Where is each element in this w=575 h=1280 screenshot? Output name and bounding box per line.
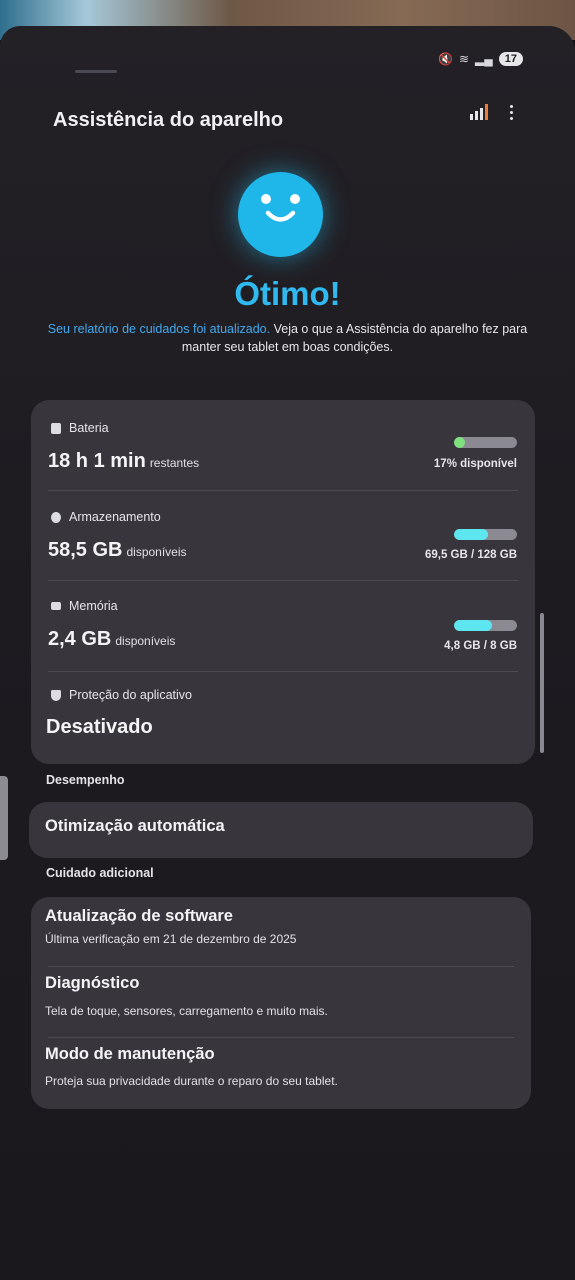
battery-level-fill (454, 437, 465, 448)
drag-handle[interactable] (75, 70, 117, 73)
divider (48, 490, 518, 491)
section-additional-care: Cuidado adicional (46, 866, 154, 880)
maintenance-mode-title: Modo de manutenção (45, 1045, 215, 1063)
auto-optimization-button[interactable]: Otimização automática (29, 802, 533, 858)
divider (48, 1037, 514, 1038)
memory-usage-fill (454, 620, 492, 631)
memory-suffix: disponíveis (115, 634, 176, 648)
divider (48, 580, 518, 581)
diagnostics-title: Diagnóstico (45, 974, 140, 992)
report-link[interactable]: Seu relatório de cuidados foi atualizado… (48, 322, 270, 336)
memory-icon (51, 602, 61, 610)
storage-suffix: disponíveis (126, 545, 187, 559)
storage-usage-bar (454, 529, 517, 540)
storage-icon (51, 511, 61, 523)
section-performance: Desempenho (46, 773, 125, 787)
shield-icon (51, 689, 61, 701)
memory-usage-text: 4,8 GB / 8 GB (444, 640, 517, 652)
status-bar: 🔇 ≋ ▂▄ 17 (438, 52, 523, 66)
storage-usage-fill (454, 529, 489, 540)
mute-icon: 🔇 (438, 52, 453, 66)
device-status: Ótimo! (234, 275, 341, 312)
battery-value: 18 h 1 min (48, 450, 146, 472)
battery-level-bar (454, 437, 517, 448)
edge-panel-handle[interactable] (0, 776, 8, 860)
memory-usage-bar (454, 620, 517, 631)
battery-label: Bateria (69, 421, 109, 435)
maintenance-mode-subtitle: Proteja sua privacidade durante o reparo… (45, 1074, 338, 1088)
memory-label: Memória (69, 599, 118, 613)
more-vert-icon[interactable] (510, 104, 513, 120)
diagnostics-subtitle: Tela de toque, sensores, carregamento e … (45, 1004, 328, 1018)
bar-chart-icon[interactable] (470, 104, 488, 120)
auto-optimization-label: Otimização automática (45, 817, 225, 835)
report-text: Seu relatório de cuidados foi atualizado… (40, 320, 535, 356)
scrollbar[interactable] (540, 613, 544, 753)
divider (48, 671, 518, 672)
memory-value: 2,4 GB (48, 628, 112, 650)
storage-label: Armazenamento (69, 510, 161, 524)
app-protection-label: Proteção do aplicativo (69, 688, 192, 702)
app-protection-value: Desativado (46, 716, 153, 738)
software-update-subtitle: Última verificação em 21 de dezembro de … (45, 932, 297, 946)
storage-usage-text: 69,5 GB / 128 GB (424, 549, 517, 561)
battery-suffix: restantes (149, 456, 200, 470)
device-stats-card: Bateria 18 h 1 min restantes 17% disponív… (31, 400, 535, 764)
wifi-icon: ≋ (458, 52, 470, 66)
page-title: Assistência do aparelho (53, 109, 284, 131)
smiley-face-icon (238, 172, 323, 257)
software-update-title: Atualização de software (45, 907, 233, 925)
battery-level-text: 17% disponível (433, 458, 517, 470)
additional-care-card: Atualização de software Última verificaç… (31, 897, 531, 1109)
battery-badge: 17 (498, 52, 523, 66)
signal-icon: ▂▄ (475, 52, 493, 66)
divider (48, 966, 514, 967)
battery-icon (51, 422, 61, 434)
storage-value: 58,5 GB (48, 539, 123, 561)
